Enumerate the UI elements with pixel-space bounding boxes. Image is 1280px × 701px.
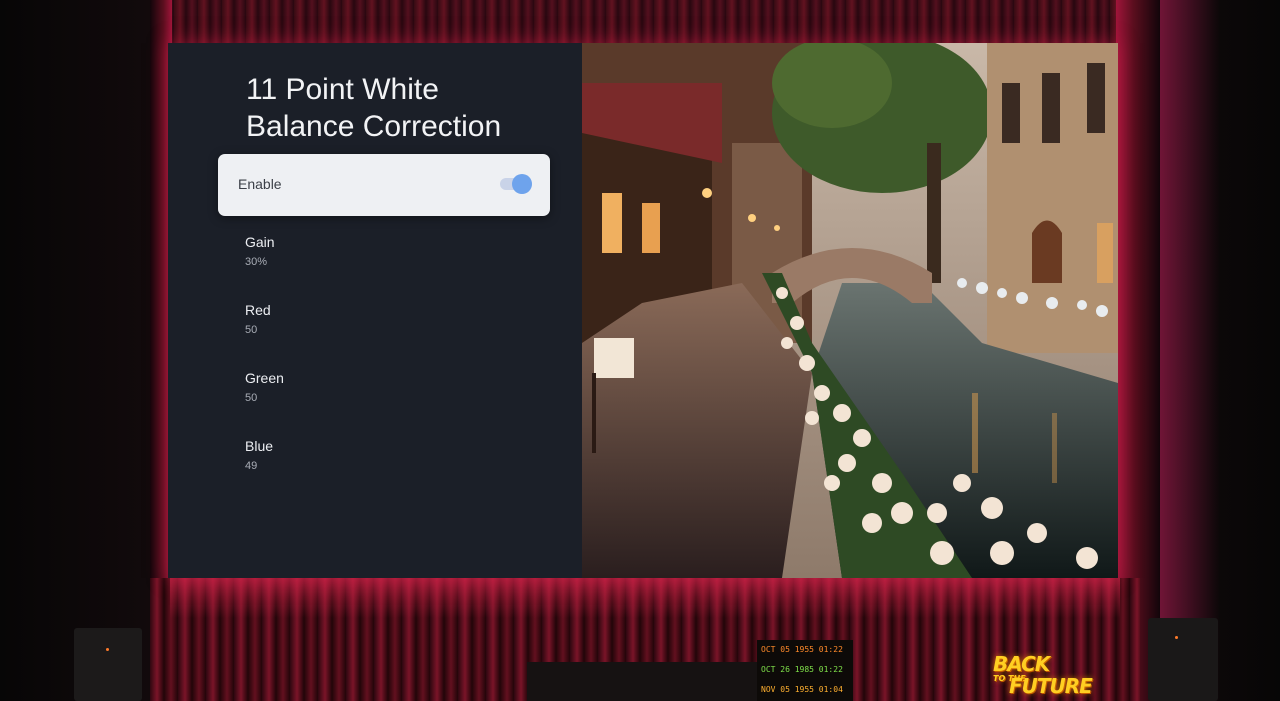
green-value: 50 (245, 392, 258, 404)
red-label: Red (245, 302, 271, 318)
gain-value: 30% (245, 256, 268, 268)
enable-label: Enable (238, 176, 282, 192)
green-label: Green (245, 370, 284, 386)
time-circuit-display: OCT 05 1955 01:22 OCT 26 1985 01:22 NOV … (757, 640, 853, 701)
canal-scene-illustration (582, 43, 1118, 578)
logo-line3: FUTURE (1009, 674, 1093, 698)
blue-setting[interactable]: Blue 49 (245, 438, 273, 472)
logo-line1: BACK (993, 652, 1050, 676)
speaker-led (106, 648, 109, 651)
curtain-top (150, 0, 1140, 44)
green-setting[interactable]: Green 50 (245, 370, 284, 404)
page-title-line1: 11 Point White (246, 73, 439, 106)
left-speaker (74, 628, 142, 701)
red-value: 50 (245, 324, 258, 336)
clock-line-1: OCT 05 1955 01:22 (761, 645, 843, 654)
blue-label: Blue (245, 438, 274, 454)
enable-setting-row[interactable]: Enable (218, 154, 550, 216)
gain-label: Gain (245, 234, 275, 250)
red-setting[interactable]: Red 50 (245, 302, 271, 336)
toggle-knob (512, 174, 532, 194)
right-speaker (1148, 618, 1218, 701)
speaker-led (1175, 636, 1178, 639)
bias-light-glow (170, 578, 1120, 618)
clock-line-2: OCT 26 1985 01:22 (761, 665, 843, 674)
tv-screen: 11 Point White Balance Correction Enable… (168, 43, 1118, 578)
ambient-glow (1160, 0, 1220, 701)
canal-scene-image (582, 43, 1118, 578)
blue-value: 49 (245, 460, 258, 472)
desk (527, 662, 777, 701)
page-title-line2: Balance Correction (246, 110, 502, 143)
back-to-the-future-logo: BACK TO THE FUTURE (993, 652, 1097, 698)
enable-toggle[interactable] (500, 174, 532, 194)
settings-panel: 11 Point White Balance Correction Enable… (168, 43, 582, 578)
page-title: 11 Point White Balance Correction (246, 71, 566, 145)
clock-line-3: NOV 05 1955 01:04 (761, 685, 843, 694)
gain-setting[interactable]: Gain 30% (245, 234, 275, 268)
